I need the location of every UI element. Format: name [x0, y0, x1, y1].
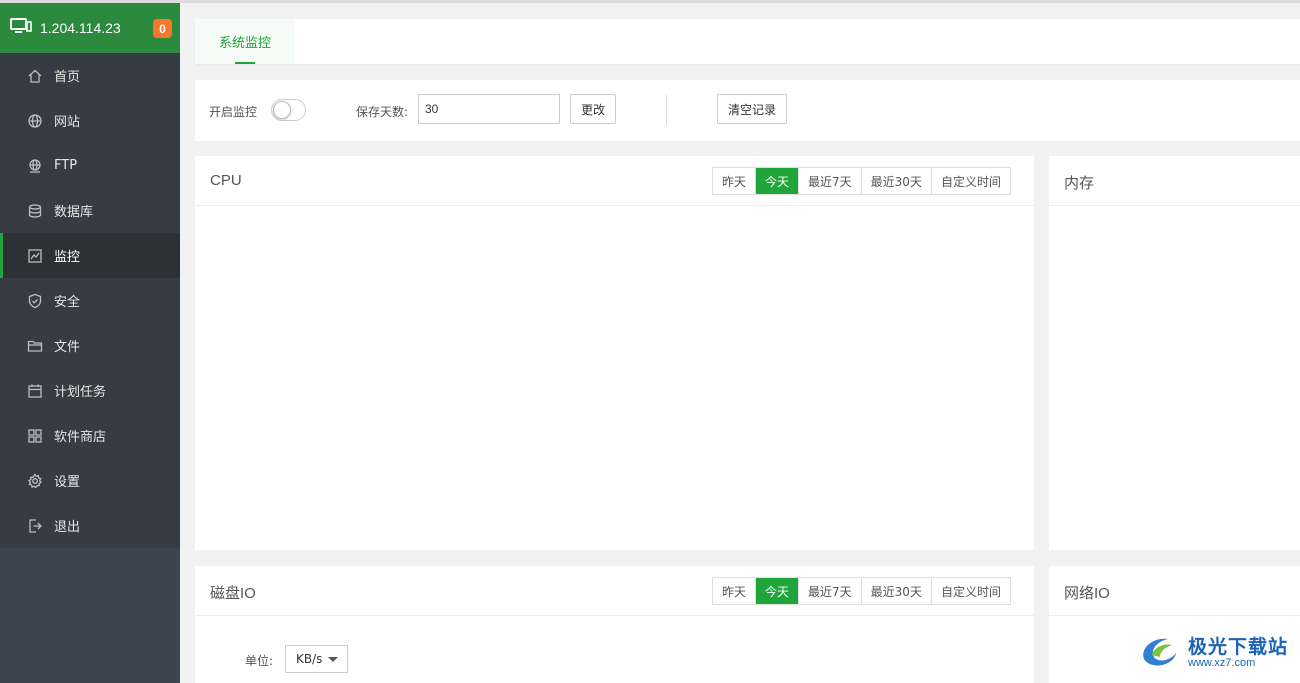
sidebar-item-label: 退出 — [54, 520, 81, 535]
sidebar-item-home[interactable]: 首页 — [0, 53, 180, 98]
sidebar-item-files[interactable]: 文件 — [0, 323, 180, 368]
sidebar-item-label: 设置 — [54, 475, 81, 490]
sidebar-item-label: 首页 — [54, 70, 81, 85]
toolbar-divider — [666, 95, 667, 125]
notification-badge[interactable]: 0 — [153, 19, 172, 38]
monitor-toolbar: 开启监控 保存天数: 更改 清空记录 — [195, 80, 1300, 141]
sidebar-item-ftp[interactable]: FTP — [0, 143, 180, 188]
memory-panel: 内存 — [1049, 156, 1300, 550]
ftp-icon — [27, 158, 43, 174]
globe-icon — [27, 113, 43, 129]
network-io-panel-title: 网络IO — [1064, 585, 1110, 602]
retention-days-label: 保存天数: — [356, 105, 409, 119]
disk-range-selector: 昨天 今天 最近7天 最近30天 自定义时间 — [712, 577, 1011, 605]
watermark-url: www.xz7.com — [1188, 657, 1256, 670]
calendar-icon — [27, 383, 43, 399]
sidebar-item-label: 监控 — [54, 250, 81, 265]
watermark-swirl-icon — [1138, 631, 1182, 675]
enable-monitor-label: 开启监控 — [209, 105, 258, 119]
gear-icon — [27, 472, 43, 489]
sidebar-item-settings[interactable]: 设置 — [0, 458, 180, 503]
retention-days-input[interactable] — [418, 94, 560, 124]
memory-panel-title: 内存 — [1064, 175, 1095, 192]
range-yesterday[interactable]: 昨天 — [713, 168, 757, 194]
range-today[interactable]: 今天 — [756, 168, 800, 194]
enable-monitor-toggle[interactable] — [271, 99, 306, 121]
toggle-knob — [273, 101, 291, 119]
sidebar-item-label: 计划任务 — [54, 385, 107, 400]
sidebar-menu: 首页 网站 FTP 数据库 监控 安全 文件 计划任务 软件商店 设置 退出 — [0, 53, 180, 548]
server-ip: 1.204.114.23 — [40, 20, 121, 36]
sidebar-item-label: 数据库 — [54, 205, 94, 220]
sidebar-item-label: 安全 — [54, 295, 81, 310]
range-custom[interactable]: 自定义时间 — [931, 578, 1010, 604]
logout-icon — [27, 518, 43, 534]
range-last-7-days[interactable]: 最近7天 — [799, 168, 862, 194]
sidebar-item-logout[interactable]: 退出 — [0, 503, 180, 548]
sidebar-item-website[interactable]: 网站 — [0, 98, 180, 143]
memory-panel-header: 内存 — [1049, 156, 1300, 206]
cpu-panel: CPU 昨天 今天 最近7天 最近30天 自定义时间 — [195, 156, 1034, 550]
server-header[interactable]: 1.204.114.23 0 — [0, 3, 180, 53]
change-button[interactable]: 更改 — [570, 94, 616, 124]
watermark-brand: 极光下载站 — [1188, 635, 1289, 658]
apps-grid-icon — [27, 428, 43, 444]
sidebar-item-security[interactable]: 安全 — [0, 278, 180, 323]
sidebar-item-cron[interactable]: 计划任务 — [0, 368, 180, 413]
home-icon — [27, 68, 43, 84]
range-last-30-days[interactable]: 最近30天 — [861, 168, 932, 194]
clear-records-button[interactable]: 清空记录 — [717, 94, 787, 124]
watermark-logo: 极光下载站 www.xz7.com — [1138, 628, 1300, 678]
top-border — [0, 0, 1300, 3]
sidebar-item-label: 网站 — [54, 115, 81, 130]
sidebar-item-label: 软件商店 — [54, 430, 107, 445]
folder-icon — [27, 338, 43, 354]
unit-label: 单位: — [245, 654, 274, 668]
monitor-icon — [10, 17, 32, 39]
range-last-7-days[interactable]: 最近7天 — [799, 578, 862, 604]
sidebar-item-label: 文件 — [54, 340, 81, 355]
sidebar: 1.204.114.23 0 首页 网站 FTP 数据库 监控 安全 文件 计划… — [0, 3, 180, 683]
range-today[interactable]: 今天 — [756, 578, 800, 604]
caret-down-icon — [328, 657, 338, 662]
unit-select[interactable]: KB/s — [285, 645, 348, 673]
sidebar-item-label: FTP — [54, 158, 78, 173]
tab-system-monitor[interactable]: 系统监控 — [195, 19, 295, 64]
tab-bar: 系统监控 — [195, 19, 1300, 64]
sidebar-item-database[interactable]: 数据库 — [0, 188, 180, 233]
range-custom[interactable]: 自定义时间 — [931, 168, 1010, 194]
cpu-panel-title: CPU — [210, 172, 242, 189]
sidebar-item-app-store[interactable]: 软件商店 — [0, 413, 180, 458]
disk-io-panel-header: 磁盘IO 昨天 今天 最近7天 最近30天 自定义时间 — [195, 566, 1034, 616]
range-yesterday[interactable]: 昨天 — [713, 578, 757, 604]
cpu-range-selector: 昨天 今天 最近7天 最近30天 自定义时间 — [712, 167, 1011, 195]
network-io-panel-header: 网络IO — [1049, 566, 1300, 616]
database-icon — [27, 203, 43, 219]
disk-io-panel: 磁盘IO 昨天 今天 最近7天 最近30天 自定义时间 单位: KB/s — [195, 566, 1034, 683]
shield-icon — [27, 293, 43, 309]
cpu-panel-header: CPU 昨天 今天 最近7天 最近30天 自定义时间 — [195, 156, 1034, 206]
disk-io-panel-title: 磁盘IO — [210, 585, 256, 602]
sidebar-item-monitor[interactable]: 监控 — [0, 233, 180, 278]
range-last-30-days[interactable]: 最近30天 — [861, 578, 932, 604]
unit-select-value: KB/s — [296, 652, 323, 666]
monitor-chart-icon — [27, 248, 43, 264]
